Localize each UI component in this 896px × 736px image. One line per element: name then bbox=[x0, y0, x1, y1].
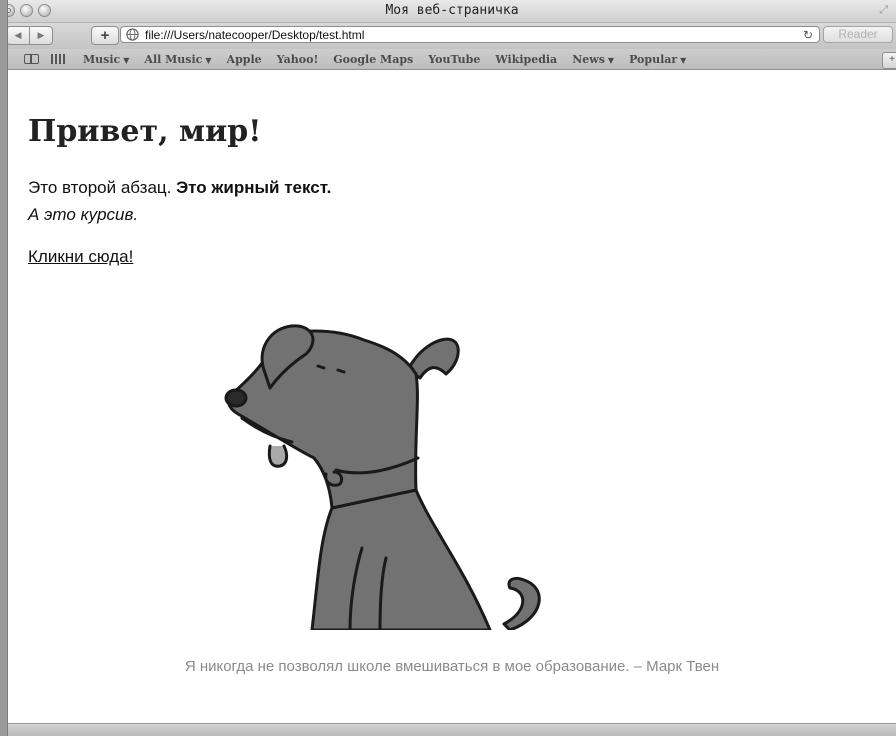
fullscreen-icon[interactable]: ⤢ bbox=[879, 4, 888, 17]
dog-image bbox=[224, 324, 541, 630]
quote-caption: Я никогда не позволял школе вмешиваться … bbox=[184, 658, 720, 675]
page-content: Привет, мир! Это второй абзац. Это жирны… bbox=[8, 90, 896, 724]
bold-text: Это жирный текст. bbox=[176, 178, 332, 197]
url-text: file:///Users/natecooper/Desktop/test.ht… bbox=[145, 27, 365, 42]
back-forward-group: ◀ ▶ bbox=[8, 26, 53, 45]
add-bookmark-button[interactable]: + bbox=[91, 26, 119, 45]
back-button[interactable]: ◀ bbox=[8, 27, 29, 44]
reload-icon[interactable]: ↻ bbox=[803, 28, 813, 42]
bookmark-google-maps[interactable]: Google Maps bbox=[333, 53, 413, 66]
reading-list-icon[interactable] bbox=[24, 54, 39, 64]
forward-button[interactable]: ▶ bbox=[29, 27, 52, 44]
top-sites-icon[interactable] bbox=[51, 54, 65, 64]
chevron-down-icon: ▼ bbox=[123, 54, 130, 65]
chevron-down-icon: ▼ bbox=[680, 54, 687, 65]
paragraph-text: Это второй абзац. bbox=[28, 178, 177, 197]
address-bar[interactable]: file:///Users/natecooper/Desktop/test.ht… bbox=[120, 26, 820, 43]
title-bar: Моя веб-страничка ⤢ bbox=[8, 0, 896, 23]
chevron-down-icon: ▼ bbox=[205, 54, 212, 65]
bookmark-yahoo[interactable]: Yahoo! bbox=[277, 53, 319, 66]
bookmark-wikipedia[interactable]: Wikipedia bbox=[495, 53, 557, 66]
add-button[interactable]: + bbox=[882, 52, 896, 69]
bookmarks-bar: Music ▼ All Music ▼ Apple Yahoo! Google Ma… bbox=[8, 49, 896, 70]
globe-icon bbox=[126, 28, 139, 41]
status-bar bbox=[8, 723, 896, 736]
toolbar: ◀ ▶ + file:///Users/natecooper/Desktop/t… bbox=[8, 23, 896, 49]
browser-window: Моя веб-страничка ⤢ ◀ ▶ + file:///Users/… bbox=[8, 0, 896, 736]
chevron-down-icon: ▼ bbox=[607, 54, 615, 65]
bookmark-all-music[interactable]: All Music ▼ bbox=[144, 53, 211, 66]
page-heading: Привет, мир! bbox=[28, 114, 262, 149]
italic-text: А это курсив. bbox=[28, 205, 139, 224]
bookmark-apple[interactable]: Apple bbox=[227, 53, 262, 66]
bookmark-news[interactable]: News ▼ bbox=[572, 53, 614, 66]
window-title: Моя веб-страничка bbox=[385, 3, 519, 18]
bookmark-popular[interactable]: Popular ▼ bbox=[629, 53, 686, 66]
paragraph: Это второй абзац. Это жирный текст. А эт… bbox=[28, 174, 331, 228]
link-paragraph: Кликни сюда! bbox=[28, 247, 133, 267]
bookmark-youtube[interactable]: YouTube bbox=[428, 53, 480, 66]
click-here-link[interactable]: Кликни сюда! bbox=[28, 247, 133, 266]
reader-button[interactable]: Reader bbox=[823, 26, 893, 43]
bookmark-music[interactable]: Music ▼ bbox=[83, 53, 129, 66]
